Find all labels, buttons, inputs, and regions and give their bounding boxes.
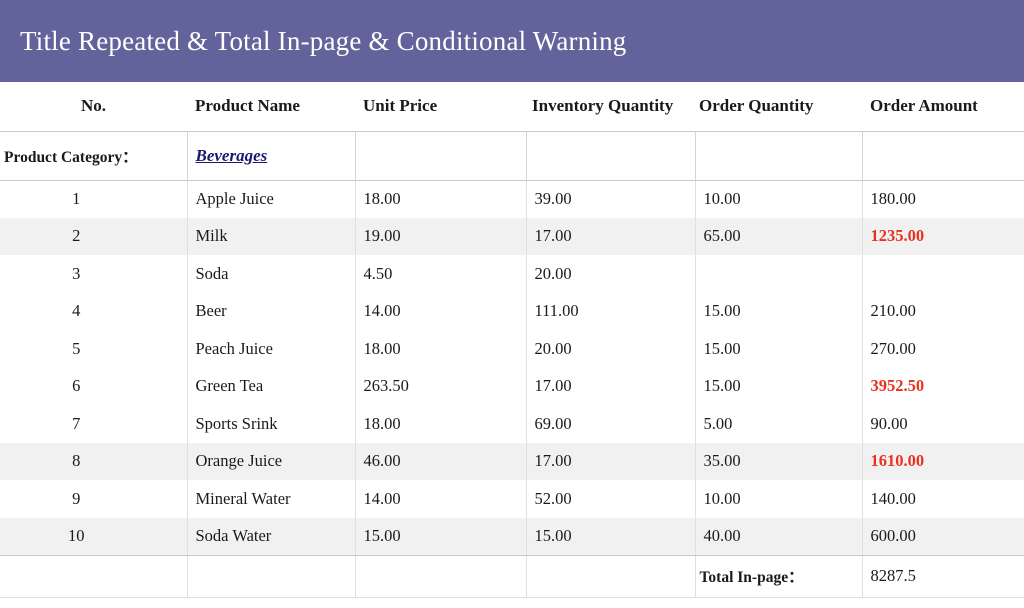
- report-table: No. Product Name Unit Price Inventory Qu…: [0, 82, 1024, 598]
- cell-amount: 140.00: [870, 488, 916, 508]
- total-blank-price: [355, 555, 527, 598]
- cell-name: Orange Juice: [187, 442, 356, 480]
- product-category-label: Product Category：: [0, 130, 188, 181]
- total-blank-name: [187, 555, 356, 598]
- cell-order-qty: 5.00: [695, 405, 863, 443]
- table-row: 9 Mineral Water 14.00 52.00 10.00 140.00: [0, 480, 1024, 518]
- table-row: 5 Peach Juice 18.00 20.00 15.00 270.00: [0, 330, 1024, 368]
- cell-price: 15.00: [355, 517, 527, 556]
- cell-name: Apple Juice: [187, 180, 356, 218]
- product-category-group-row: Product Category： Beverages: [0, 130, 1024, 181]
- product-category-blank-inventory: [526, 130, 696, 181]
- cell-amount: 90.00: [870, 413, 908, 433]
- cell-inventory: 17.00: [526, 367, 696, 405]
- column-header-inventory-quantity: Inventory Quantity: [532, 96, 674, 116]
- cell-order-qty: 40.00: [695, 517, 863, 556]
- cell-no: 9: [0, 480, 188, 518]
- cell-no: 1: [0, 180, 188, 218]
- cell-name: Green Tea: [187, 367, 356, 405]
- cell-inventory: 20.00: [526, 255, 696, 293]
- cell-name: Soda Water: [187, 517, 356, 556]
- cell-no: 2: [0, 217, 188, 255]
- cell-amount: 600.00: [862, 517, 1024, 556]
- cell-price: 14.00: [355, 292, 527, 330]
- cell-no: 3: [0, 255, 188, 293]
- table-row: 6 Green Tea 263.50 17.00 15.00 3952.50: [0, 367, 1024, 405]
- cell-name: Beer: [187, 292, 356, 330]
- total-in-page-label: Total In-page：: [695, 555, 863, 598]
- table-row: 4 Beer 14.00 111.00 15.00 210.00: [0, 292, 1024, 330]
- page-title: Title Repeated & Total In-page & Conditi…: [20, 25, 627, 56]
- product-category-blank-order-qty: [695, 130, 863, 181]
- cell-inventory: 15.00: [526, 517, 696, 556]
- cell-inventory: 39.00: [526, 180, 696, 218]
- report-table-body: No. Product Name Unit Price Inventory Qu…: [0, 82, 1024, 598]
- product-category-blank-order-amount: [862, 130, 1024, 181]
- cell-order-qty: 10.00: [695, 180, 863, 218]
- report-title-band: Title Repeated & Total In-page & Conditi…: [0, 0, 1024, 82]
- cell-inventory: 17.00: [526, 217, 696, 255]
- cell-amount: 1610.00: [862, 442, 1024, 480]
- cell-no: 5: [0, 330, 188, 368]
- cell-order-qty: 15.00: [695, 367, 863, 405]
- table-header-row: No. Product Name Unit Price Inventory Qu…: [0, 82, 1024, 131]
- column-header-unit-price: Unit Price: [363, 96, 438, 116]
- cell-no: 4: [0, 292, 188, 330]
- cell-price: 46.00: [355, 442, 527, 480]
- cell-amount: 210.00: [870, 301, 916, 321]
- cell-inventory: 111.00: [526, 292, 696, 330]
- cell-order-qty: 35.00: [695, 442, 863, 480]
- cell-name: Sports Srink: [187, 405, 356, 443]
- cell-inventory: 20.00: [526, 330, 696, 368]
- cell-price: 19.00: [355, 217, 527, 255]
- cell-amount: 180.00: [870, 189, 916, 208]
- cell-no: 6: [0, 367, 188, 405]
- cell-order-qty: 10.00: [695, 480, 863, 518]
- cell-name: Milk: [187, 217, 356, 255]
- cell-name: Soda: [187, 255, 356, 293]
- cell-price: 4.50: [355, 255, 527, 293]
- cell-price: 18.00: [355, 330, 527, 368]
- cell-amount: 3952.50: [870, 376, 925, 396]
- cell-order-qty: 15.00: [695, 330, 863, 368]
- cell-amount: [862, 255, 1024, 293]
- table-row: 1 Apple Juice 18.00 39.00 10.00 180.00: [0, 180, 1024, 218]
- table-row: 2 Milk 19.00 17.00 65.00 1235.00: [0, 217, 1024, 255]
- total-in-page-row: Total In-page： 8287.5: [0, 555, 1024, 598]
- column-header-no: No.: [80, 96, 107, 116]
- column-header-order-amount: Order Amount: [870, 96, 978, 116]
- cell-amount: 270.00: [870, 338, 916, 358]
- column-header-order-quantity: Order Quantity: [699, 96, 814, 116]
- product-category-blank-unit-price: [355, 130, 527, 181]
- total-in-page-value: 8287.5: [862, 555, 1024, 598]
- product-category-link[interactable]: Beverages: [196, 146, 268, 165]
- table-row: 3 Soda 4.50 20.00: [0, 255, 1024, 293]
- cell-name: Peach Juice: [187, 330, 356, 368]
- table-row: 7 Sports Srink 18.00 69.00 5.00 90.00: [0, 405, 1024, 443]
- cell-inventory: 52.00: [526, 480, 696, 518]
- cell-price: 263.50: [355, 367, 527, 405]
- column-header-product-name: Product Name: [195, 96, 300, 116]
- cell-price: 14.00: [355, 480, 527, 518]
- cell-no: 10: [0, 517, 188, 556]
- cell-no: 8: [0, 442, 188, 480]
- total-blank-no: [0, 555, 188, 598]
- cell-inventory: 17.00: [526, 442, 696, 480]
- cell-order-qty: 15.00: [695, 292, 863, 330]
- cell-amount: 1235.00: [862, 217, 1024, 255]
- cell-inventory: 69.00: [526, 405, 696, 443]
- cell-order-qty: 65.00: [695, 217, 863, 255]
- cell-no: 7: [0, 405, 188, 443]
- cell-name: Mineral Water: [187, 480, 356, 518]
- cell-order-qty: [695, 255, 863, 293]
- cell-price: 18.00: [355, 405, 527, 443]
- cell-price: 18.00: [355, 180, 527, 218]
- table-row: 10 Soda Water 15.00 15.00 40.00 600.00: [0, 517, 1024, 556]
- product-category-value-cell: Beverages: [187, 130, 356, 181]
- table-row: 8 Orange Juice 46.00 17.00 35.00 1610.00: [0, 442, 1024, 480]
- total-blank-inventory: [526, 555, 696, 598]
